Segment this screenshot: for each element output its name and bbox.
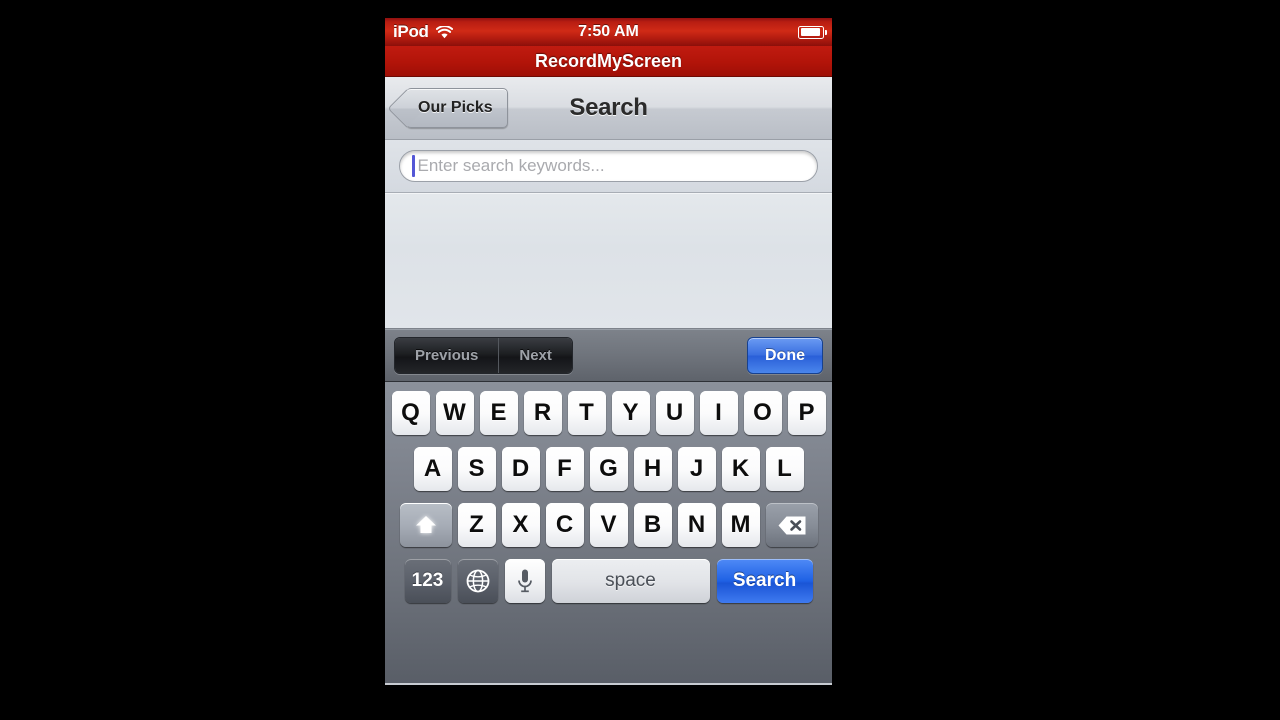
key-y[interactable]: Y bbox=[611, 391, 650, 435]
status-bar: iPod 7:50 AM bbox=[385, 18, 832, 46]
key-z[interactable]: Z bbox=[457, 503, 496, 547]
key-e[interactable]: E bbox=[479, 391, 518, 435]
globe-key[interactable] bbox=[457, 559, 498, 603]
keyboard-row-3: Z X C V B N M bbox=[385, 503, 832, 547]
done-button[interactable]: Done bbox=[747, 337, 823, 374]
key-h[interactable]: H bbox=[633, 447, 672, 491]
key-d[interactable]: D bbox=[501, 447, 540, 491]
key-u[interactable]: U bbox=[655, 391, 694, 435]
battery-fill bbox=[800, 28, 820, 36]
status-bar-left: iPod bbox=[393, 22, 453, 42]
ipod-device-screen: iPod 7:50 AM RecordMyScreen Our Picks Se… bbox=[385, 18, 832, 685]
text-caret bbox=[412, 155, 415, 177]
keyboard-row-2: A S D F G H J K L bbox=[385, 447, 832, 491]
search-bar-area: Enter search keywords... bbox=[385, 140, 832, 193]
prev-next-segmented-control[interactable]: Previous Next bbox=[394, 337, 573, 374]
key-f[interactable]: F bbox=[545, 447, 584, 491]
wifi-icon bbox=[435, 25, 453, 38]
key-t[interactable]: T bbox=[567, 391, 606, 435]
key-a[interactable]: A bbox=[413, 447, 452, 491]
keyboard-row-4: 123 space Search bbox=[385, 559, 832, 603]
key-n[interactable]: N bbox=[677, 503, 716, 547]
onscreen-keyboard: Q W E R T Y U I O P A S D F G H J K L Z … bbox=[385, 382, 832, 683]
navigation-bar: Our Picks Search bbox=[385, 77, 832, 140]
key-c[interactable]: C bbox=[545, 503, 584, 547]
key-i[interactable]: I bbox=[699, 391, 738, 435]
screen-background: iPod 7:50 AM RecordMyScreen Our Picks Se… bbox=[0, 0, 1280, 720]
key-m[interactable]: M bbox=[721, 503, 760, 547]
key-j[interactable]: J bbox=[677, 447, 716, 491]
globe-icon bbox=[466, 569, 489, 593]
key-x[interactable]: X bbox=[501, 503, 540, 547]
space-key[interactable]: space bbox=[551, 559, 710, 603]
next-button[interactable]: Next bbox=[498, 338, 572, 373]
form-accessory-bar: Previous Next Done bbox=[385, 329, 832, 382]
battery-icon bbox=[798, 25, 827, 39]
app-title-banner: RecordMyScreen bbox=[385, 46, 832, 77]
microphone-icon bbox=[517, 569, 532, 593]
keyboard-bottom-padding bbox=[385, 603, 832, 612]
key-r[interactable]: R bbox=[523, 391, 562, 435]
shift-arrow-icon bbox=[415, 516, 436, 533]
key-q[interactable]: Q bbox=[391, 391, 430, 435]
status-bar-right bbox=[798, 25, 827, 39]
carrier-label: iPod bbox=[393, 22, 429, 41]
delete-key[interactable] bbox=[765, 503, 818, 547]
results-content-area bbox=[385, 193, 832, 329]
key-k[interactable]: K bbox=[721, 447, 760, 491]
key-p[interactable]: P bbox=[787, 391, 826, 435]
shift-key[interactable] bbox=[399, 503, 452, 547]
search-key[interactable]: Search bbox=[716, 559, 813, 603]
key-o[interactable]: O bbox=[743, 391, 782, 435]
delete-backspace-icon bbox=[778, 516, 805, 534]
key-v[interactable]: V bbox=[589, 503, 628, 547]
key-w[interactable]: W bbox=[435, 391, 474, 435]
key-l[interactable]: L bbox=[765, 447, 804, 491]
key-g[interactable]: G bbox=[589, 447, 628, 491]
back-button-our-picks[interactable]: Our Picks bbox=[387, 88, 508, 128]
key-b[interactable]: B bbox=[633, 503, 672, 547]
search-placeholder: Enter search keywords... bbox=[417, 156, 605, 175]
numbers-key[interactable]: 123 bbox=[404, 559, 451, 603]
key-s[interactable]: S bbox=[457, 447, 496, 491]
search-input[interactable]: Enter search keywords... bbox=[399, 150, 818, 182]
previous-button[interactable]: Previous bbox=[395, 338, 499, 373]
back-button-label: Our Picks bbox=[418, 99, 493, 116]
keyboard-row-1: Q W E R T Y U I O P bbox=[385, 391, 832, 435]
dictation-key[interactable] bbox=[504, 559, 545, 603]
